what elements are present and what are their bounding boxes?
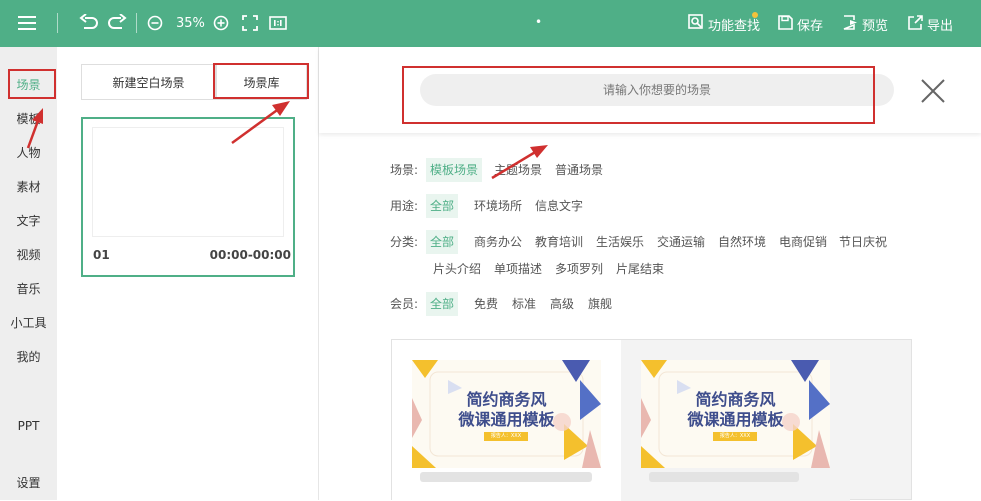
annotation-box-scene <box>8 69 56 99</box>
notification-dot <box>752 12 758 18</box>
sidebar-item-character[interactable]: 人物 <box>0 145 57 161</box>
zoom-out-icon[interactable] <box>143 11 167 35</box>
template-subtitle: 微课通用模板 <box>687 410 784 429</box>
annotation-box-search <box>402 66 875 124</box>
template-card[interactable]: 简约商务风 微课通用模板 报告人：XXX <box>392 340 621 501</box>
sidebar-item-music[interactable]: 音乐 <box>0 281 57 297</box>
feature-search-icon <box>688 14 704 34</box>
filter-category-option[interactable]: 全部 <box>426 230 459 254</box>
template-thumbnail: 简约商务风 微课通用模板 报告人：XXX <box>412 360 601 468</box>
template-thumbnail: 简约商务风 微课通用模板 报告人：XXX <box>641 360 830 468</box>
template-subtitle: 微课通用模板 <box>458 410 555 429</box>
export-button[interactable]: 导出 <box>908 12 953 36</box>
template-title: 简约商务风 <box>695 390 776 409</box>
tab-new-blank-scene[interactable]: 新建空白场景 <box>81 64 216 100</box>
redo-icon[interactable] <box>105 11 129 35</box>
filter-category-option[interactable]: 生活娱乐 <box>592 230 648 254</box>
filter-member-option[interactable]: 全部 <box>426 292 459 316</box>
filter-category-option[interactable]: 片头介绍 <box>429 257 485 281</box>
filter-category-option[interactable]: 教育培训 <box>531 230 587 254</box>
filter-category-option[interactable]: 自然环境 <box>714 230 770 254</box>
close-icon[interactable] <box>919 77 947 105</box>
sidebar-item-ppt[interactable]: PPT <box>0 418 57 434</box>
save-label: 保存 <box>797 18 824 34</box>
center-mark: • <box>535 15 543 29</box>
filter-category-option[interactable]: 片尾结束 <box>612 257 668 281</box>
save-button[interactable]: 保存 <box>778 12 823 36</box>
export-icon <box>908 14 923 34</box>
filter-member-option[interactable]: 旗舰 <box>584 292 616 316</box>
toolbar-divider <box>136 13 137 33</box>
filter-usage-option[interactable]: 环境场所 <box>470 194 526 218</box>
sidebar-item-video[interactable]: 视频 <box>0 247 57 263</box>
filter-member-label: 会员: <box>390 297 419 311</box>
filter-member-option[interactable]: 免费 <box>470 292 502 316</box>
annotation-box-scene-library <box>213 63 309 99</box>
preview-label: 预览 <box>862 18 889 34</box>
sidebar: 场景 模板 人物 素材 文字 视频 音乐 小工具 我的 PPT 设置 <box>0 47 57 500</box>
zoom-level: 35% <box>176 16 205 31</box>
scene-card[interactable]: 01 00:00-00:00 <box>81 117 295 277</box>
scene-index: 01 <box>93 248 110 262</box>
filter-scene-option[interactable]: 主题场景 <box>490 158 546 182</box>
sidebar-item-mine[interactable]: 我的 <box>0 349 57 365</box>
filter-scene-option[interactable]: 模板场景 <box>426 158 483 182</box>
filter-category-option[interactable]: 多项罗列 <box>551 257 607 281</box>
actual-size-icon[interactable] <box>266 11 290 35</box>
menu-icon[interactable] <box>15 11 39 35</box>
sidebar-item-tools[interactable]: 小工具 <box>0 315 57 331</box>
filter-usage-option[interactable]: 信息文字 <box>531 194 587 218</box>
feature-search-button[interactable]: 功能查找 <box>688 12 760 36</box>
template-caption <box>649 472 799 482</box>
filter-usage-option[interactable]: 全部 <box>426 194 459 218</box>
template-caption <box>420 472 592 482</box>
scene-thumbnail <box>92 127 284 237</box>
top-toolbar: 35% • 功能查找 保存 预览 导出 <box>0 0 981 47</box>
filter-category-option[interactable]: 单项描述 <box>490 257 546 281</box>
zoom-in-icon[interactable] <box>209 11 233 35</box>
save-icon <box>778 14 793 34</box>
sidebar-item-settings[interactable]: 设置 <box>0 475 57 491</box>
preview-icon <box>843 14 858 34</box>
template-card[interactable]: 简约商务风 微课通用模板 报告人：XXX <box>621 340 850 501</box>
sidebar-item-text[interactable]: 文字 <box>0 213 57 229</box>
template-tag: 报告人：XXX <box>713 432 757 441</box>
filter-category-option[interactable]: 电商促销 <box>775 230 831 254</box>
filter-category-option[interactable]: 商务办公 <box>470 230 526 254</box>
export-label: 导出 <box>927 18 954 34</box>
filter-member-option[interactable]: 标准 <box>508 292 540 316</box>
filter-category-option[interactable]: 节日庆祝 <box>835 230 891 254</box>
filter-scene-label: 场景: <box>390 163 419 177</box>
scene-panel: 新建空白场景 场景库 01 00:00-00:00 <box>57 47 319 500</box>
sidebar-item-material[interactable]: 素材 <box>0 179 57 195</box>
template-gallery: 简约商务风 微课通用模板 报告人：XXX 简约商务风 微课通用模板 报告人：XX… <box>391 339 912 501</box>
filter-category-label: 分类: <box>390 235 419 249</box>
template-tag: 报告人：XXX <box>484 432 528 441</box>
scene-time: 00:00-00:00 <box>209 248 291 262</box>
filter-category-option[interactable]: 交通运输 <box>653 230 709 254</box>
toolbar-divider <box>57 13 58 33</box>
filter-member-option[interactable]: 高级 <box>546 292 578 316</box>
sidebar-item-template[interactable]: 模板 <box>0 111 57 127</box>
preview-button[interactable]: 预览 <box>843 12 888 36</box>
undo-icon[interactable] <box>77 11 101 35</box>
template-title: 简约商务风 <box>466 390 547 409</box>
fullscreen-icon[interactable] <box>238 11 262 35</box>
filter-scene-option[interactable]: 普通场景 <box>551 158 607 182</box>
filter-usage-label: 用途: <box>390 199 419 213</box>
